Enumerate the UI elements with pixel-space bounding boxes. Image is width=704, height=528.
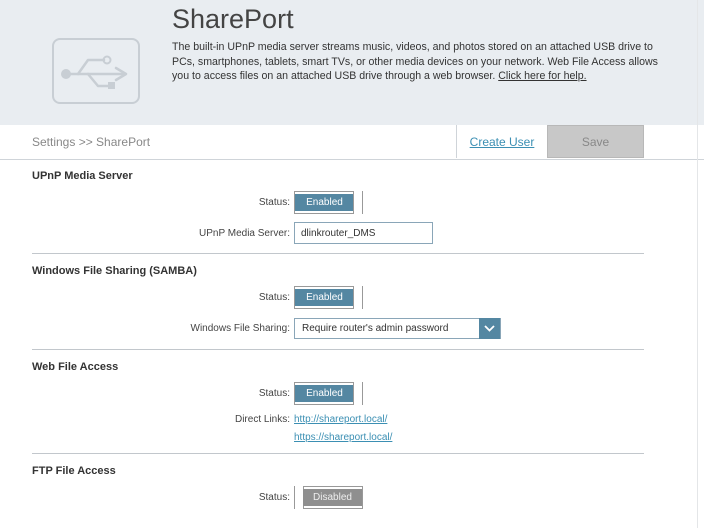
page-title: SharePort — [172, 4, 294, 34]
web-status-toggle[interactable]: Enabled — [294, 382, 363, 405]
web-section-title: Web File Access — [32, 361, 119, 373]
toggle-knob — [353, 191, 362, 214]
window-edge — [697, 0, 698, 528]
help-link[interactable]: Click here for help. — [498, 70, 586, 82]
page-description: The built-in UPnP media server streams m… — [172, 40, 662, 84]
web-status-label: Status: — [258, 388, 290, 399]
upnp-status-value: Enabled — [295, 194, 354, 211]
samba-status-value: Enabled — [295, 289, 354, 306]
upnp-status-label: Status: — [258, 197, 290, 208]
https-direct-link[interactable]: https://shareport.local/ — [294, 432, 392, 443]
upnp-section-title: UPnP Media Server — [32, 170, 133, 182]
toggle-knob — [353, 382, 362, 405]
create-user-button[interactable]: Create User — [456, 125, 547, 158]
samba-sharing-label: Windows File Sharing: — [190, 323, 290, 334]
toggle-knob — [353, 286, 362, 309]
ftp-status-value: Disabled — [303, 489, 362, 506]
web-status-value: Enabled — [295, 385, 354, 402]
section-divider — [32, 253, 644, 254]
samba-sharing-select[interactable]: Require router's admin password — [294, 318, 501, 339]
save-button[interactable]: Save — [547, 125, 644, 158]
samba-sharing-value: Require router's admin password — [302, 323, 449, 334]
page-header: SharePort The built-in UPnP media server… — [0, 0, 704, 126]
upnp-server-label: UPnP Media Server: — [199, 228, 290, 239]
upnp-server-input[interactable] — [294, 222, 433, 244]
samba-status-label: Status: — [258, 292, 290, 303]
ftp-section-title: FTP File Access — [32, 465, 116, 477]
usb-icon — [52, 38, 140, 104]
toolbar: Settings >> SharePort Create User Save — [0, 125, 704, 160]
samba-section-title: Windows File Sharing (SAMBA) — [32, 265, 197, 277]
http-direct-link[interactable]: http://shareport.local/ — [294, 414, 387, 425]
section-divider — [32, 453, 644, 454]
chevron-down-icon[interactable] — [479, 318, 500, 339]
samba-status-toggle[interactable]: Enabled — [294, 286, 363, 309]
upnp-status-toggle[interactable]: Enabled — [294, 191, 363, 214]
section-divider — [32, 349, 644, 350]
web-links-label: Direct Links: — [234, 414, 290, 425]
ftp-status-label: Status: — [258, 492, 290, 503]
ftp-status-toggle[interactable]: Disabled — [294, 486, 363, 509]
breadcrumb: Settings >> SharePort — [32, 135, 151, 149]
